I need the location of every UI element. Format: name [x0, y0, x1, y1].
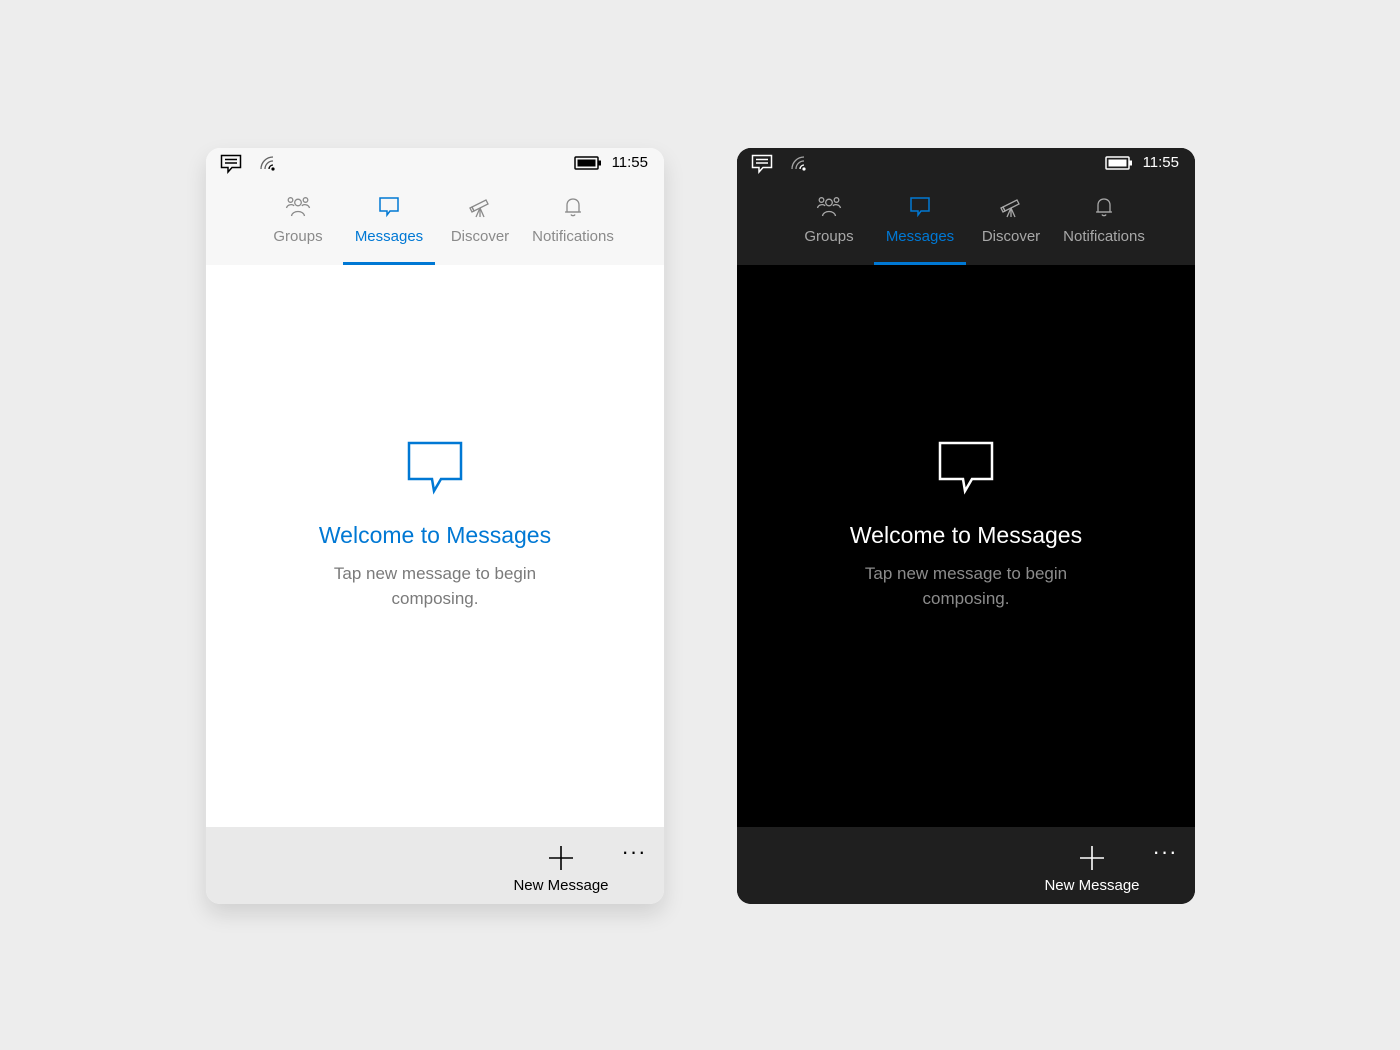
- telescope-icon: [1000, 199, 1020, 218]
- tab-messages[interactable]: Messages: [343, 180, 435, 265]
- tab-label: Discover: [981, 228, 1041, 245]
- tab-messages[interactable]: Messages: [874, 180, 966, 265]
- messages-empty-state: Welcome to Messages Tap new message to b…: [206, 265, 664, 827]
- status-bar: 11:55: [206, 148, 664, 180]
- wifi-icon: [258, 154, 276, 177]
- tab-notifications[interactable]: Notifications: [1058, 180, 1150, 265]
- tab-label: Notifications: [1063, 228, 1145, 245]
- groups-icon: [816, 197, 842, 217]
- tab-label: Groups: [273, 228, 323, 245]
- welcome-title: Welcome to Messages: [318, 522, 552, 548]
- more-options-button[interactable]: ···: [616, 841, 652, 875]
- tab-groups[interactable]: Groups: [268, 180, 328, 265]
- bell-icon: [1096, 198, 1112, 217]
- tab-discover[interactable]: Discover: [448, 180, 512, 265]
- pivot-tabs: Groups Messages Discover Notifications: [206, 180, 664, 265]
- new-message-label: New Message: [1044, 877, 1140, 894]
- tab-label: Notifications: [532, 228, 614, 245]
- message-icon: [220, 154, 242, 179]
- welcome-subtitle: Tap new message to begin composing.: [864, 564, 1068, 608]
- battery-icon: [574, 156, 602, 175]
- pivot-tabs: Groups Messages Discover Notifications: [737, 180, 1195, 265]
- welcome-subtitle: Tap new message to begin composing.: [333, 564, 537, 608]
- command-bar: New Message ···: [206, 827, 664, 904]
- status-time: 11:55: [1142, 154, 1179, 171]
- battery-icon: [1105, 156, 1133, 175]
- message-icon: [751, 154, 773, 179]
- plus-icon: [1080, 846, 1104, 870]
- status-time: 11:55: [611, 154, 648, 171]
- new-message-button[interactable]: New Message: [1033, 841, 1151, 897]
- command-bar: New Message ···: [737, 827, 1195, 904]
- plus-icon: [549, 846, 573, 870]
- welcome-title: Welcome to Messages: [849, 522, 1083, 548]
- status-bar: 11:55: [737, 148, 1195, 180]
- tab-notifications[interactable]: Notifications: [527, 180, 619, 265]
- tab-label: Messages: [354, 228, 424, 245]
- phone-dark: 11:55 Groups Messages Discover Notificat…: [737, 148, 1195, 904]
- tab-label: Discover: [450, 228, 510, 245]
- tab-label: Messages: [885, 228, 955, 245]
- messages-empty-state: Welcome to Messages Tap new message to b…: [737, 265, 1195, 827]
- chat-bubble-icon: [938, 441, 994, 495]
- chat-bubble-icon: [910, 197, 930, 218]
- wifi-icon: [789, 154, 807, 177]
- chat-bubble-icon: [379, 197, 399, 218]
- tab-groups[interactable]: Groups: [799, 180, 859, 265]
- groups-icon: [285, 197, 311, 217]
- telescope-icon: [469, 199, 489, 218]
- bell-icon: [565, 198, 581, 217]
- chat-bubble-icon: [407, 441, 463, 495]
- more-options-button[interactable]: ···: [1147, 841, 1183, 875]
- new-message-label: New Message: [513, 877, 609, 894]
- tab-discover[interactable]: Discover: [979, 180, 1043, 265]
- tab-label: Groups: [804, 228, 854, 245]
- new-message-button[interactable]: New Message: [502, 841, 620, 897]
- phone-light: 11:55 Groups Messages Discover Notificat…: [206, 148, 664, 904]
